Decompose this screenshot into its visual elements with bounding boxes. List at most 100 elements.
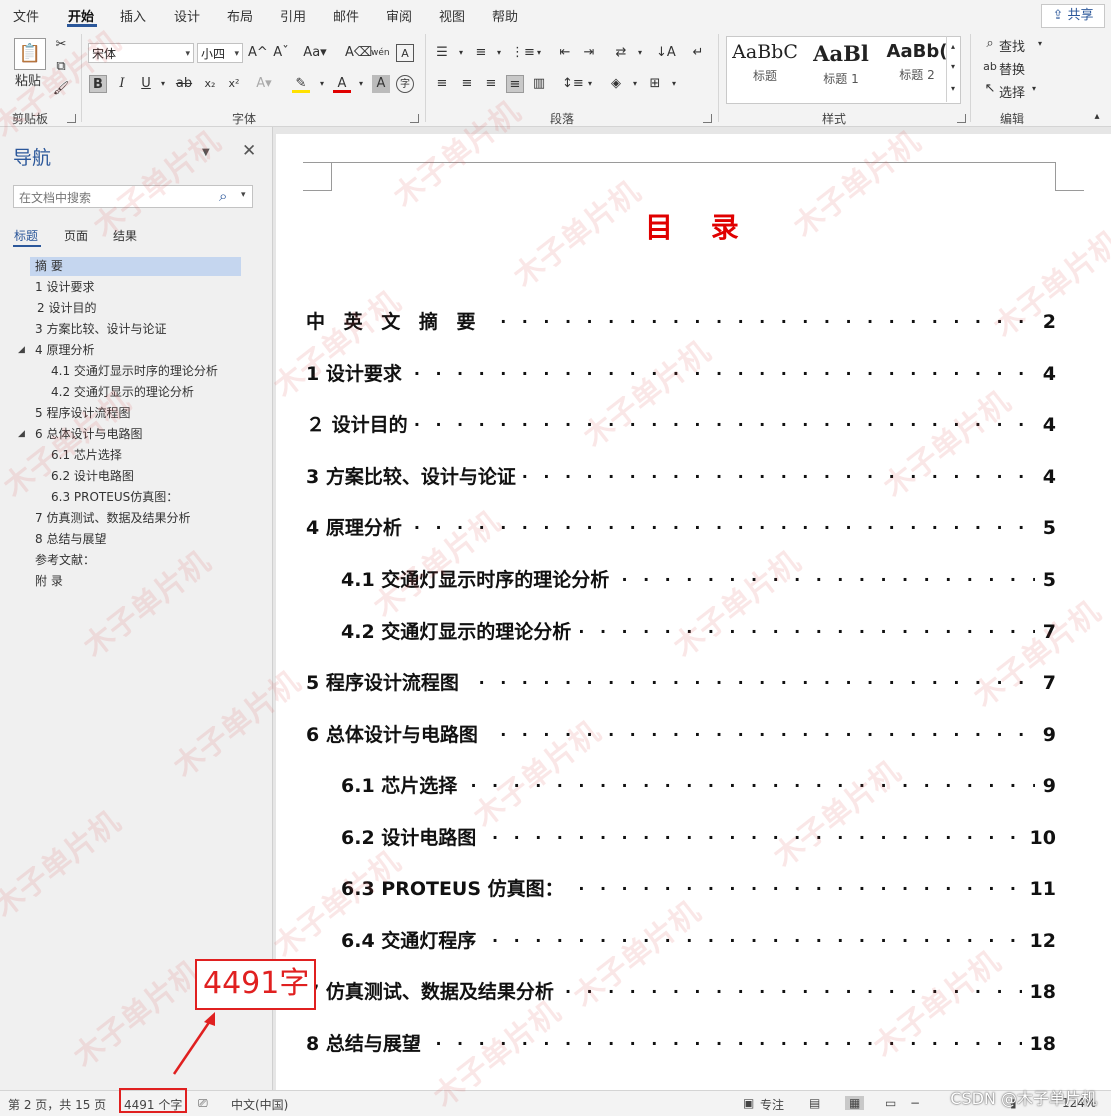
close-icon[interactable]: ✕ <box>242 141 256 161</box>
enclose-char-icon[interactable]: 字 <box>396 75 414 93</box>
chevron-down-icon[interactable]: ▾ <box>452 44 470 62</box>
sort-icon[interactable]: ↓A <box>656 44 676 62</box>
menu-view[interactable]: 视图 <box>439 6 465 25</box>
nav-search-input[interactable] <box>17 188 211 207</box>
toc-entry[interactable]: 6.1 芯片选择 ································… <box>341 771 1056 801</box>
numbering-icon[interactable]: ≡ <box>472 44 490 62</box>
nav-item[interactable]: 摘 要 <box>30 257 241 276</box>
tab-results[interactable]: 结果 <box>113 227 137 244</box>
menu-home[interactable]: 开始 <box>68 6 94 25</box>
menu-design[interactable]: 设计 <box>174 6 200 25</box>
find-icon[interactable]: ⌕ <box>981 35 999 53</box>
align-left-icon[interactable]: ≡ <box>433 75 451 93</box>
menu-help[interactable]: 帮助 <box>492 6 518 25</box>
collapse-ribbon-icon[interactable]: ▴ <box>1088 108 1106 126</box>
toc-entry[interactable]: 6 总体设计与电路图 ······························… <box>306 720 1056 750</box>
change-case-icon[interactable]: Aa▾ <box>302 44 328 62</box>
borders-icon[interactable]: ⊞ <box>646 75 664 93</box>
toc-entry[interactable]: 6.2 设计电路图 ·······························… <box>341 823 1056 853</box>
toc-entry[interactable]: 3 方案比较、设计与论证 ····························… <box>306 462 1056 492</box>
chevron-down-icon[interactable]: ▾ <box>1031 35 1049 53</box>
decrease-indent-icon[interactable]: ⇤ <box>556 44 574 62</box>
align-center-icon[interactable]: ≡ <box>458 75 476 93</box>
nav-item[interactable]: 7 仿真测试、数据及结果分析 <box>35 509 190 528</box>
style-title[interactable]: AaBbC 标题 <box>727 37 803 101</box>
paste-icon[interactable]: 📋 <box>14 38 46 70</box>
char-border-icon[interactable]: A <box>396 44 414 62</box>
justify-icon[interactable]: ≡ <box>506 75 524 93</box>
shading-icon[interactable]: ◈ <box>607 75 625 93</box>
line-spacing-icon[interactable]: ↕≡ <box>562 75 584 93</box>
language-indicator[interactable]: 中文(中国) <box>231 1096 288 1113</box>
select-icon[interactable]: ↖ <box>981 80 999 98</box>
italic-icon[interactable]: I <box>113 75 131 93</box>
styles-launcher-icon[interactable] <box>957 114 966 123</box>
multilevel-list-icon[interactable]: ⋮≡ <box>511 44 535 62</box>
print-layout-icon[interactable]: ▦ <box>845 1096 865 1110</box>
styles-scroll[interactable]: ▴ ▾ ▾ <box>946 36 960 102</box>
paste-button[interactable]: 粘贴 <box>15 70 41 89</box>
nav-item[interactable]: 6.1 芯片选择 <box>51 446 122 465</box>
select-button[interactable]: 选择 <box>999 82 1025 101</box>
more-styles-icon[interactable]: ▾ <box>944 80 962 98</box>
toc-entry[interactable]: 4 原理分析 ··································… <box>306 513 1056 543</box>
replace-button[interactable]: 替换 <box>999 59 1025 78</box>
clear-format-icon[interactable]: A⌫ <box>345 44 372 62</box>
page-indicator[interactable]: 第 2 页，共 15 页 <box>8 1096 106 1113</box>
font-size-select[interactable]: 小四 ▾ <box>197 43 243 63</box>
align-right-icon[interactable]: ≡ <box>482 75 500 93</box>
menu-layout[interactable]: 布局 <box>227 6 253 25</box>
increase-indent-icon[interactable]: ⇥ <box>580 44 598 62</box>
font-name-select[interactable]: 宋体 ▾ <box>88 43 194 63</box>
nav-item[interactable]: 6.3 PROTEUS仿真图： <box>51 488 178 507</box>
paragraph-launcher-icon[interactable] <box>703 114 712 123</box>
chevron-down-icon[interactable]: ▾ <box>241 190 246 200</box>
toc-entry[interactable]: 6.4 交通灯程序 ·······························… <box>341 926 1056 956</box>
copy-icon[interactable]: ⧉ <box>52 58 70 76</box>
toc-entry[interactable]: 中 英 文 摘 要 ·······························… <box>306 307 1056 337</box>
menu-references[interactable]: 引用 <box>280 6 306 25</box>
toc-entry[interactable]: 7 仿真测试、数据及结果分析 ··························… <box>306 977 1056 1007</box>
chevron-down-icon[interactable]: ▾ <box>352 75 370 93</box>
proofing-icon[interactable]: ⎚ <box>198 1096 208 1111</box>
menu-review[interactable]: 审阅 <box>386 6 412 25</box>
subscript-icon[interactable]: x₂ <box>201 75 219 93</box>
toc-entry[interactable]: 6.3 PROTEUS 仿真图： ························… <box>341 874 1056 904</box>
nav-item[interactable]: 4 原理分析 <box>35 341 94 360</box>
phonetic-guide-icon[interactable]: wén <box>371 44 390 62</box>
share-button[interactable]: ⇪ 共享 <box>1041 4 1105 28</box>
style-heading-1[interactable]: AaBl 标题 1 <box>803 37 879 101</box>
chevron-down-icon[interactable]: ▾ <box>631 44 649 62</box>
read-mode-icon[interactable]: ▤ <box>809 1096 820 1110</box>
font-launcher-icon[interactable] <box>410 114 419 123</box>
toc-entry[interactable]: 5 程序设计流程图 ·······························… <box>306 668 1056 698</box>
clipboard-launcher-icon[interactable] <box>67 114 76 123</box>
nav-item[interactable]: 6 总体设计与电路图 <box>35 425 142 444</box>
web-layout-icon[interactable]: ▭ <box>885 1096 896 1110</box>
zoom-out-icon[interactable]: − <box>910 1096 920 1110</box>
toc-entry[interactable]: 4.2 交通灯显示的理论分析 ··························… <box>341 617 1056 647</box>
menu-insert[interactable]: 插入 <box>120 6 146 25</box>
distributed-icon[interactable]: ▥ <box>530 75 548 93</box>
toc-entry[interactable]: 1 设计要求 ··································… <box>306 359 1056 389</box>
document-page[interactable]: 目 录 中 英 文 摘 要 ···························… <box>276 134 1111 1090</box>
nav-item[interactable]: 1 设计要求 <box>35 278 94 297</box>
tab-headings[interactable]: 标题 <box>14 227 38 244</box>
tab-pages[interactable]: 页面 <box>64 227 88 244</box>
font-color-icon[interactable]: A <box>333 75 351 93</box>
toc-entry[interactable]: 4.1 交通灯显示时序的理论分析 ························… <box>341 565 1056 595</box>
menu-mailings[interactable]: 邮件 <box>333 6 359 25</box>
nav-item[interactable]: 6.2 设计电路图 <box>51 467 134 486</box>
strikethrough-icon[interactable]: ab <box>175 75 193 93</box>
collapse-triangle-icon[interactable]: ◢ <box>18 345 25 355</box>
chinese-layout-icon[interactable]: ⇄ <box>612 44 630 62</box>
chevron-down-icon[interactable]: ▾ <box>530 44 548 62</box>
show-marks-icon[interactable]: ↵ <box>689 44 707 62</box>
menu-file[interactable]: 文件 <box>13 6 39 25</box>
chevron-down-icon[interactable]: ▾ <box>581 75 599 93</box>
nav-item[interactable]: 4.2 交通灯显示的理论分析 <box>51 383 194 402</box>
nav-item[interactable]: 4.1 交通灯显示时序的理论分析 <box>51 362 218 381</box>
grow-font-icon[interactable]: A^ <box>248 44 268 62</box>
bold-icon[interactable]: B <box>89 75 107 93</box>
nav-item[interactable]: 5 程序设计流程图 <box>35 404 130 423</box>
